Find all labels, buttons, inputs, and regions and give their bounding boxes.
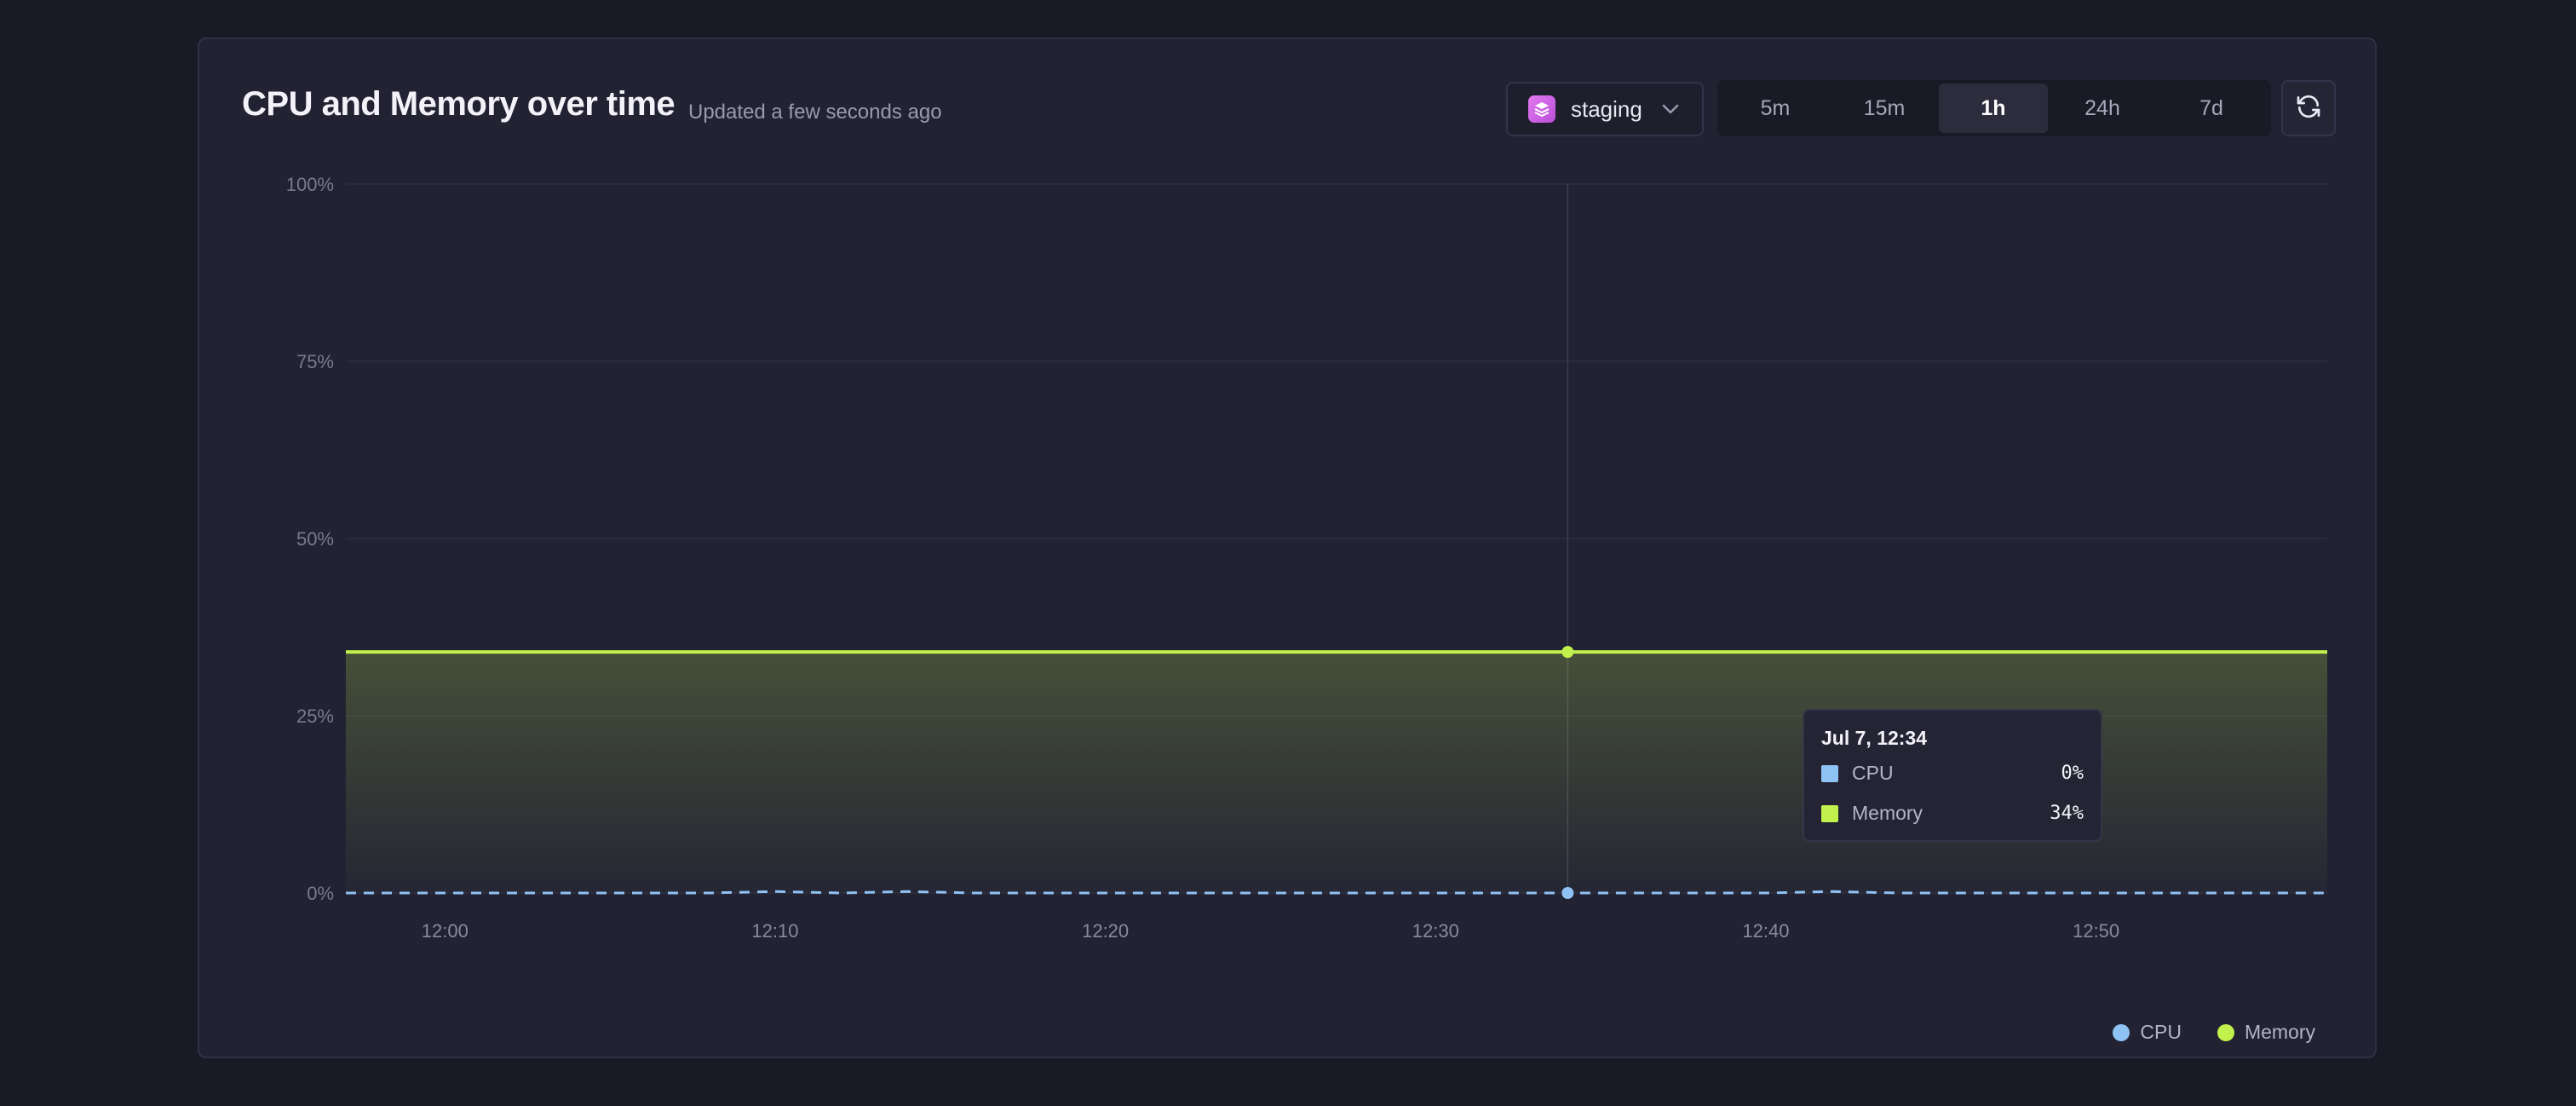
legend-item-memory[interactable]: Memory bbox=[2217, 1021, 2315, 1044]
x-tick-label: 12:30 bbox=[1412, 920, 1459, 942]
chart-tooltip: Jul 7, 12:34 CPU 0% Memory 34% bbox=[1803, 709, 2102, 842]
chart-legend: CPU Memory bbox=[2077, 1021, 2315, 1044]
y-tick-label: 0% bbox=[307, 883, 334, 904]
tooltip-cpu-label: CPU bbox=[1852, 762, 1894, 784]
chart-card: CPU and Memory over time Updated a few s… bbox=[198, 37, 2377, 1058]
y-tick-label: 75% bbox=[296, 351, 334, 372]
tooltip-title: Jul 7, 12:34 bbox=[1821, 727, 1928, 749]
tooltip-row-cpu: CPU 0% bbox=[1821, 753, 2084, 793]
legend-memory-label: Memory bbox=[2244, 1021, 2315, 1043]
cpu-hover-point bbox=[1561, 887, 1574, 899]
tooltip-memory-swatch bbox=[1821, 804, 1838, 822]
tooltip-cpu-value: 0% bbox=[2061, 763, 2084, 784]
y-tick-label: 50% bbox=[296, 528, 334, 550]
x-tick-label: 12:40 bbox=[1742, 920, 1789, 942]
tooltip-memory-value: 34% bbox=[2050, 803, 2084, 824]
x-tick-label: 12:20 bbox=[1082, 920, 1129, 942]
chart-plot: 0% 25% 50% 75% 100% 12:00 12:10 12:20 12:30 12:40… bbox=[286, 174, 2327, 942]
tooltip-row-memory: Memory 34% bbox=[1821, 793, 2084, 833]
y-tick-label: 25% bbox=[296, 706, 334, 727]
memory-hover-point bbox=[1561, 646, 1574, 659]
legend-memory-dot bbox=[2217, 1023, 2234, 1041]
legend-cpu-dot bbox=[2113, 1023, 2130, 1041]
x-tick-label: 12:50 bbox=[2073, 920, 2119, 942]
x-tick-label: 12:10 bbox=[751, 920, 798, 942]
x-tick-label: 12:00 bbox=[422, 920, 469, 942]
tooltip-cpu-swatch bbox=[1821, 764, 1838, 782]
tooltip-memory-label: Memory bbox=[1852, 802, 1923, 824]
legend-cpu-label: CPU bbox=[2140, 1021, 2182, 1043]
y-tick-label: 100% bbox=[286, 174, 334, 195]
legend-item-cpu[interactable]: CPU bbox=[2113, 1021, 2182, 1044]
